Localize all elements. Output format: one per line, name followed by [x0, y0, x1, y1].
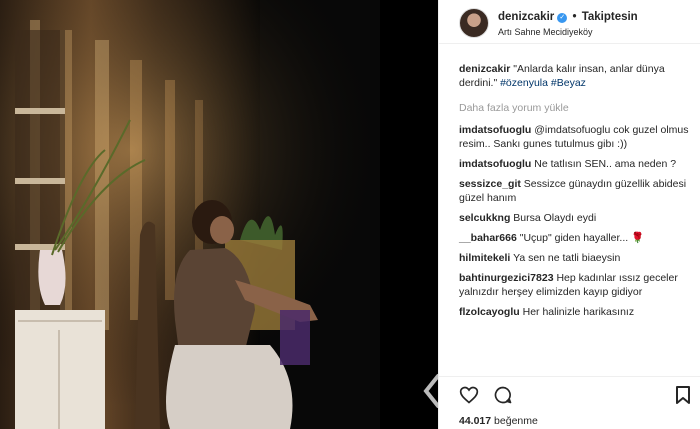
post-caption: denizcakir "Anlarda kalır insan, anlar d… [459, 62, 695, 90]
photo-artwork [0, 0, 438, 429]
likes-number: 44.017 [459, 415, 492, 427]
verified-badge-icon: ✓ [557, 13, 568, 23]
avatar[interactable] [459, 8, 489, 38]
comment-username[interactable]: sessizce_git [459, 178, 521, 190]
comment-item: hilmitekeli Ya sen ne tatli biaeysin [459, 251, 695, 265]
caption-hashtag[interactable]: #özenyula [500, 77, 548, 89]
bookmark-icon [676, 386, 690, 404]
separator-dot: • [572, 11, 577, 23]
likes-count[interactable]: 44.017 beğenme [459, 415, 538, 427]
comment-username[interactable]: bahtinurgezici7823 [459, 272, 554, 284]
comment-item: bahtinurgezici7823 Hep kadınlar ıssız ge… [459, 271, 695, 299]
comment-username[interactable]: imdatsofuoglu [459, 158, 531, 170]
header-user-line: denizcakir ✓ • Takiptesin [498, 11, 638, 23]
location-link[interactable]: Artı Sahne Mecidiyeköy [498, 27, 593, 37]
caption-hashtag[interactable]: #Beyaz [551, 77, 586, 89]
save-button[interactable] [675, 385, 691, 410]
comment-username[interactable]: selcukkng [459, 212, 510, 224]
header-username[interactable]: denizcakir [498, 11, 554, 23]
comment-item: imdatsofuoglu Ne tatlısın SEN.. ama nede… [459, 157, 695, 171]
post-photo[interactable] [0, 0, 438, 429]
heart-icon [459, 386, 479, 404]
post-side-panel: denizcakir ✓ • Takiptesin Artı Sahne Meci… [438, 0, 700, 429]
comment-item: __bahar666 "Uçup" giden hayaller... 🌹 [459, 231, 695, 245]
comment-text: Ne tatlısın SEN.. ama neden ? [534, 158, 677, 170]
likes-label: beğenme [494, 415, 538, 427]
comment-username[interactable]: imdatsofuoglu [459, 124, 531, 136]
comment-item: flzolcayoglu Her halinizle harikasınız [459, 305, 695, 319]
comment-text: Her halinizle harikasınız [522, 306, 635, 318]
post-actions-bar: 44.017 beğenme [439, 376, 700, 429]
like-button[interactable] [459, 385, 479, 410]
comment-username[interactable]: __bahar666 [459, 232, 517, 244]
comment-username[interactable]: flzolcayoglu [459, 306, 520, 318]
comment-item: imdatsofuoglu @imdatsofuoglu cok guzel o… [459, 123, 695, 151]
comment-item: sessizce_git Sessizce günaydın güzellik … [459, 177, 695, 205]
comment-text: Bursa Olaydı eydi [513, 212, 597, 224]
post-header: denizcakir ✓ • Takiptesin Artı Sahne Meci… [439, 0, 700, 44]
comment-item: selcukkng Bursa Olaydı eydi [459, 211, 695, 225]
comment-username[interactable]: hilmitekeli [459, 252, 510, 264]
comment-button[interactable] [493, 385, 513, 410]
caption-username[interactable]: denizcakir [459, 63, 510, 75]
load-more-comments-link[interactable]: Daha fazla yorum yükle [459, 101, 695, 115]
comments-list: denizcakir "Anlarda kalır insan, anlar d… [459, 62, 695, 325]
comment-icon [494, 386, 512, 404]
comment-text: Ya sen ne tatli biaeysin [513, 252, 621, 264]
follow-status-button[interactable]: Takiptesin [582, 11, 638, 23]
comment-text: "Uçup" giden hayaller... [519, 232, 629, 244]
rose-emoji-icon: 🌹 [631, 232, 645, 244]
